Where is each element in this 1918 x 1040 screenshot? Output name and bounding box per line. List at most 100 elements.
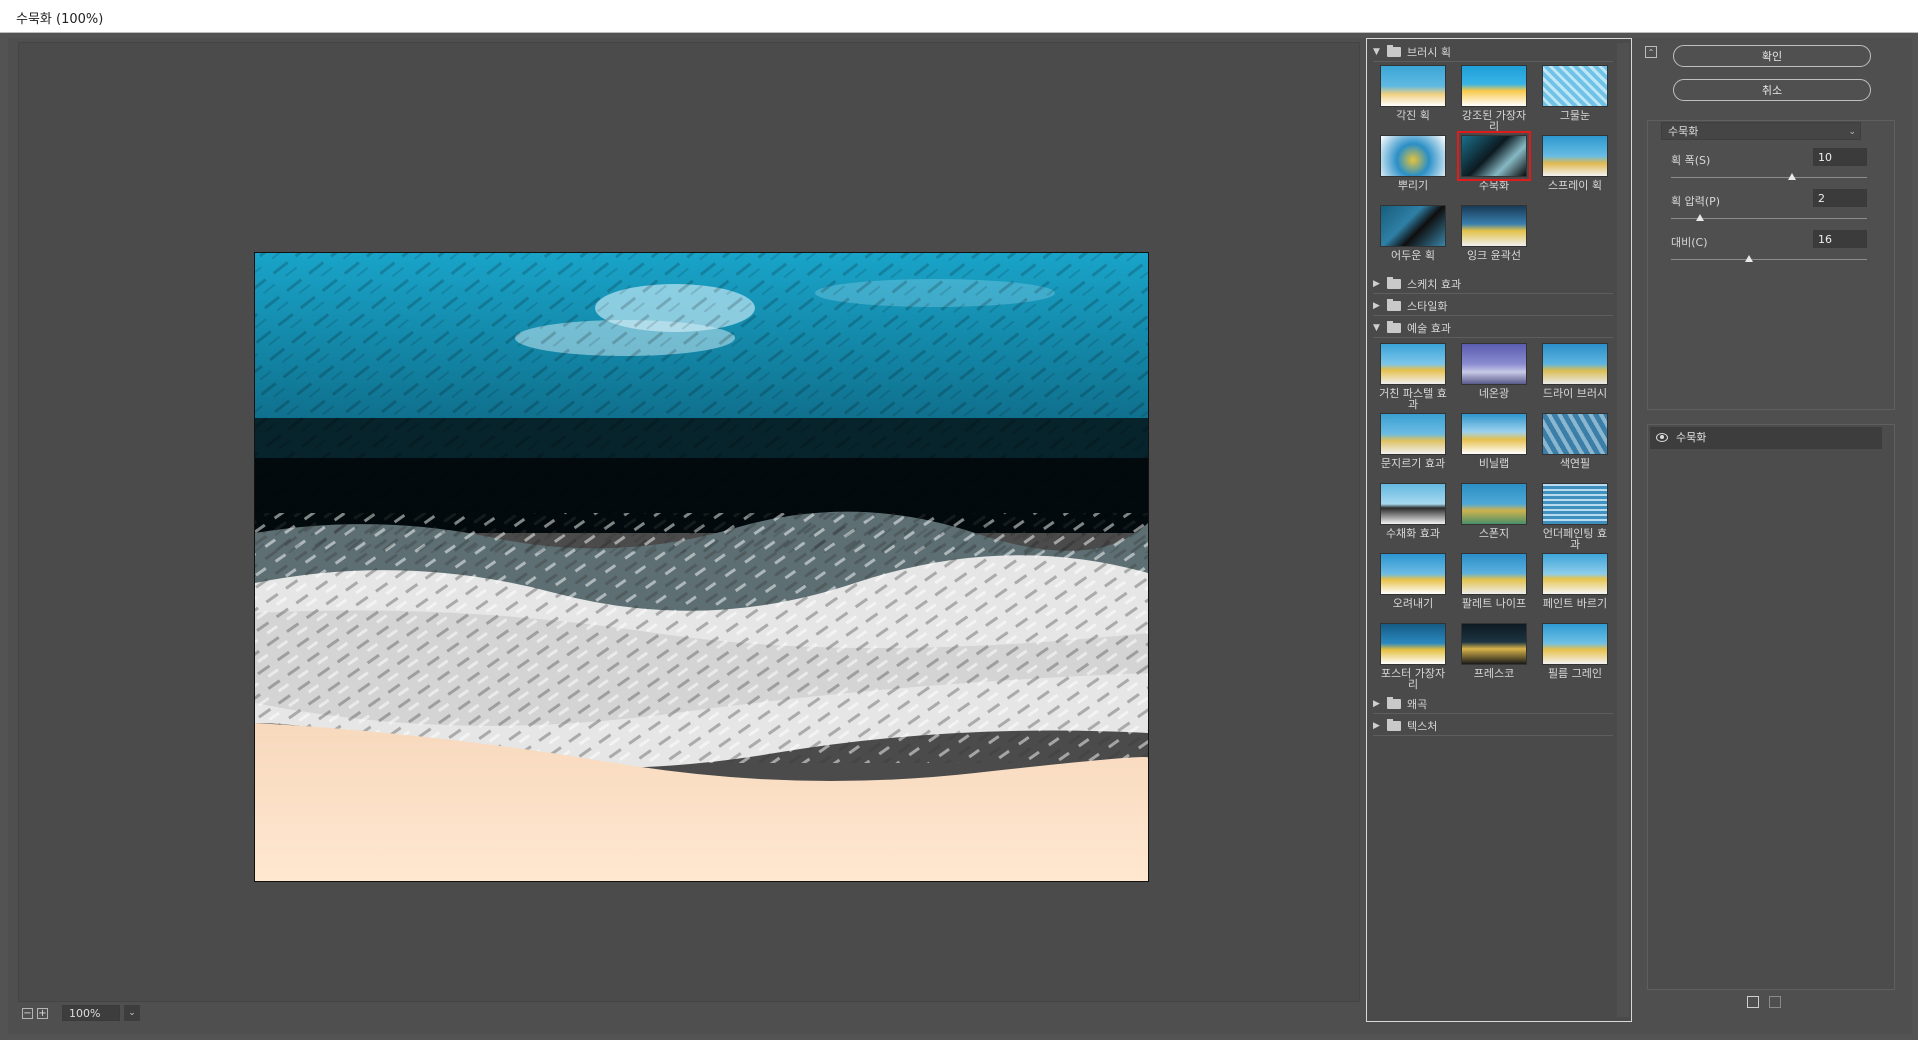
- filter-label: 어두운 획: [1391, 249, 1435, 262]
- effect-layer-label: 수묵화: [1676, 431, 1707, 444]
- zoom-in-icon[interactable]: +: [37, 1007, 48, 1019]
- filter-label: 잉크 윤곽선: [1466, 249, 1522, 262]
- filter-thumb[interactable]: 비닐랩: [1458, 413, 1530, 469]
- folder-icon: [1387, 299, 1401, 311]
- stroke-pressure-slider-handle[interactable]: [1696, 214, 1704, 221]
- filter-thumb[interactable]: 필름 그레인: [1539, 623, 1611, 679]
- expand-arrow-icon[interactable]: ▶: [1373, 279, 1387, 289]
- folder-icon: [1387, 719, 1401, 731]
- zoom-out-icon[interactable]: −: [22, 1007, 33, 1019]
- filter-thumb[interactable]: 수채화 효과: [1377, 483, 1449, 539]
- filter-preview-thumb: [1542, 413, 1608, 455]
- filter-thumb-selected[interactable]: 수묵화: [1457, 131, 1531, 192]
- expand-arrow-icon[interactable]: ▶: [1373, 301, 1387, 311]
- folder-icon: [1387, 321, 1401, 333]
- filter-label: 강조된 가장자리: [1461, 109, 1527, 133]
- filter-thumb[interactable]: 스폰지: [1458, 483, 1530, 539]
- filter-label: 프레스코: [1473, 667, 1515, 680]
- filter-preview-thumb: [1461, 343, 1527, 385]
- filter-thumb[interactable]: 팔레트 나이프: [1458, 553, 1530, 609]
- preview-area[interactable]: [18, 42, 1360, 1002]
- category-texture[interactable]: ▶ 텍스처: [1373, 717, 1613, 736]
- filter-thumb[interactable]: 프레스코: [1458, 623, 1530, 679]
- category-sketch[interactable]: ▶ 스케치 효과: [1373, 275, 1613, 294]
- filter-label: 필름 그레인: [1547, 667, 1603, 680]
- stroke-width-slider[interactable]: [1671, 177, 1867, 178]
- filter-thumb[interactable]: 문지르기 효과: [1377, 413, 1449, 469]
- trash-icon[interactable]: [1769, 996, 1781, 1008]
- filter-thumb[interactable]: 스프레이 획: [1539, 135, 1611, 191]
- filter-label: 수채화 효과: [1385, 527, 1441, 540]
- filter-thumb[interactable]: 네온광: [1458, 343, 1530, 399]
- title-bar: 수묵화 (100%): [0, 0, 1918, 33]
- filter-label: 팔레트 나이프: [1461, 597, 1527, 610]
- effect-layer-row[interactable]: 수묵화: [1650, 427, 1882, 449]
- window-title: 수묵화 (100%): [16, 12, 104, 27]
- contrast-slider-handle[interactable]: [1745, 255, 1753, 262]
- filter-thumb[interactable]: 포스터 가장자리: [1377, 623, 1449, 690]
- effect-layers-panel: 수묵화: [1647, 424, 1895, 990]
- contrast-slider[interactable]: [1671, 259, 1867, 260]
- filter-label: 뿌리기: [1397, 179, 1429, 192]
- filter-label: 수묵화: [1478, 179, 1510, 192]
- category-brush-strokes[interactable]: ▼ 브러시 획: [1373, 43, 1613, 62]
- filter-preview-thumb: [1461, 65, 1527, 107]
- zoom-level[interactable]: 100%: [62, 1005, 120, 1021]
- filter-select[interactable]: 수묵화 ⌄: [1661, 122, 1861, 140]
- filter-thumb[interactable]: 그물눈: [1539, 65, 1611, 121]
- chevron-down-icon[interactable]: ⌄: [124, 1005, 140, 1021]
- stroke-width-slider-handle[interactable]: [1788, 173, 1796, 180]
- new-effect-layer-icon[interactable]: [1747, 996, 1759, 1008]
- filter-label: 오려내기: [1392, 597, 1434, 610]
- filter-label: 문지르기 효과: [1380, 457, 1446, 470]
- expand-arrow-icon[interactable]: ▼: [1373, 47, 1387, 57]
- filter-label: 각진 획: [1396, 109, 1430, 122]
- category-label: 스타일화: [1407, 300, 1448, 313]
- filter-thumb[interactable]: 잉크 윤곽선: [1458, 205, 1530, 261]
- expand-arrow-icon[interactable]: ▼: [1373, 323, 1387, 333]
- gallery-scrollbar[interactable]: [1617, 43, 1629, 1017]
- stroke-pressure-input[interactable]: 2: [1813, 189, 1867, 207]
- filter-preview-thumb: [1461, 413, 1527, 455]
- filter-preview-thumb: [1380, 623, 1446, 665]
- param-label-contrast: 대비(C): [1671, 236, 1708, 249]
- filter-thumb[interactable]: 각진 획: [1377, 65, 1449, 121]
- filter-label: 스프레이 획: [1547, 179, 1603, 192]
- filter-label: 포스터 가장자리: [1380, 667, 1446, 691]
- filter-preview-thumb: [1461, 483, 1527, 525]
- filter-thumb[interactable]: 어두운 획: [1377, 205, 1449, 261]
- filter-thumb[interactable]: 뿌리기: [1377, 135, 1449, 191]
- filter-preview-thumb: [1461, 553, 1527, 595]
- stroke-width-input[interactable]: 10: [1813, 148, 1867, 166]
- filter-preview-thumb: [1457, 131, 1531, 181]
- contrast-input[interactable]: 16: [1813, 230, 1867, 248]
- category-stylize[interactable]: ▶ 스타일화: [1373, 297, 1613, 316]
- filter-preview-thumb: [1380, 65, 1446, 107]
- filter-label: 비닐랩: [1478, 457, 1510, 470]
- filter-label: 스폰지: [1478, 527, 1510, 540]
- filter-thumb[interactable]: 색연필: [1539, 413, 1611, 469]
- filter-preview-thumb: [1542, 135, 1608, 177]
- collapse-icon[interactable]: ⌃: [1645, 46, 1657, 58]
- preview-image[interactable]: [254, 252, 1149, 882]
- filter-thumb[interactable]: 페인트 바르기: [1539, 553, 1611, 609]
- expand-arrow-icon[interactable]: ▶: [1373, 699, 1387, 709]
- ok-button[interactable]: 확인: [1673, 45, 1871, 67]
- eye-icon[interactable]: [1656, 433, 1668, 442]
- filter-label: 페인트 바르기: [1542, 597, 1608, 610]
- filter-thumb[interactable]: 드라이 브러시: [1539, 343, 1611, 399]
- filter-thumb[interactable]: 거친 파스텔 효과: [1377, 343, 1449, 410]
- category-label: 텍스처: [1407, 720, 1438, 733]
- filter-label: 그물눈: [1559, 109, 1591, 122]
- filter-preview-thumb: [1380, 553, 1446, 595]
- filter-thumb[interactable]: 언더페인팅 효과: [1539, 483, 1611, 550]
- chevron-down-icon: ⌄: [1848, 127, 1856, 137]
- filter-label: 색연필: [1559, 457, 1591, 470]
- filter-preview-thumb: [1380, 135, 1446, 177]
- filter-thumb[interactable]: 강조된 가장자리: [1458, 65, 1530, 132]
- expand-arrow-icon[interactable]: ▶: [1373, 721, 1387, 731]
- category-artistic[interactable]: ▼ 예술 효과: [1373, 319, 1613, 338]
- cancel-button[interactable]: 취소: [1673, 79, 1871, 101]
- category-distort[interactable]: ▶ 왜곡: [1373, 695, 1613, 714]
- filter-thumb[interactable]: 오려내기: [1377, 553, 1449, 609]
